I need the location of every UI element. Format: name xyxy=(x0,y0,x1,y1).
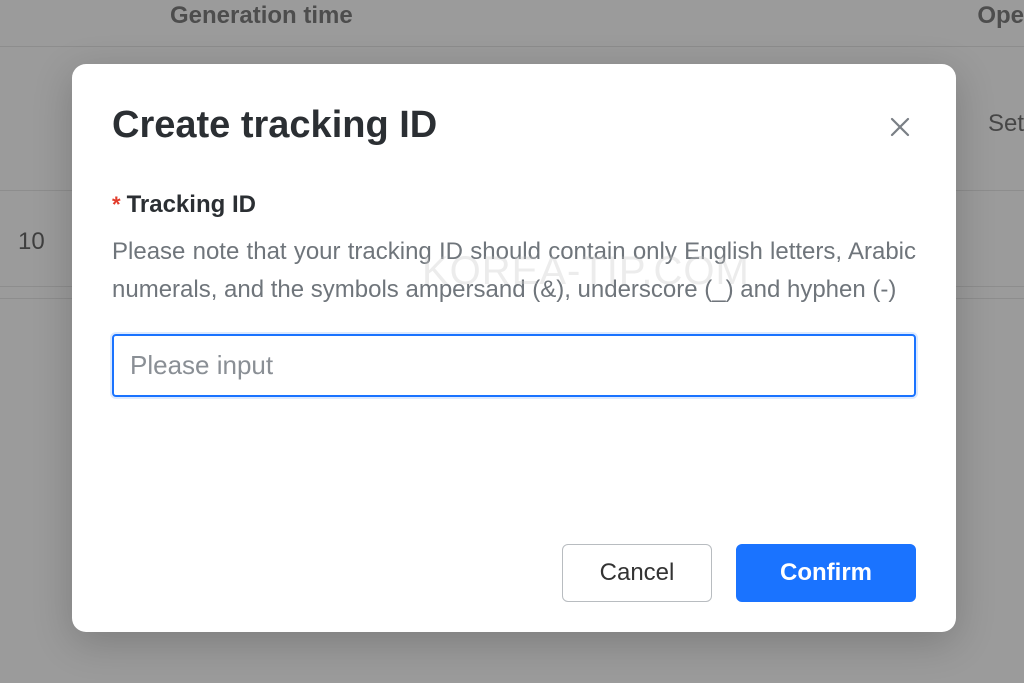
close-button[interactable] xyxy=(884,112,916,144)
cancel-button[interactable]: Cancel xyxy=(562,544,712,602)
tracking-id-label: Tracking ID xyxy=(127,191,256,219)
modal-header: Create tracking ID xyxy=(112,104,916,147)
tracking-id-input[interactable] xyxy=(114,336,914,395)
tracking-id-input-wrap xyxy=(112,334,916,397)
confirm-button[interactable]: Confirm xyxy=(736,544,916,602)
close-icon xyxy=(888,115,912,142)
required-asterisk: * xyxy=(112,192,121,218)
modal-footer: Cancel Confirm xyxy=(112,504,916,602)
tracking-id-hint: Please note that your tracking ID should… xyxy=(112,233,916,310)
create-tracking-id-modal: Create tracking ID * Tracking ID KOREA-T… xyxy=(72,64,956,632)
field-label-row: * Tracking ID xyxy=(112,191,916,219)
modal-title: Create tracking ID xyxy=(112,104,437,147)
